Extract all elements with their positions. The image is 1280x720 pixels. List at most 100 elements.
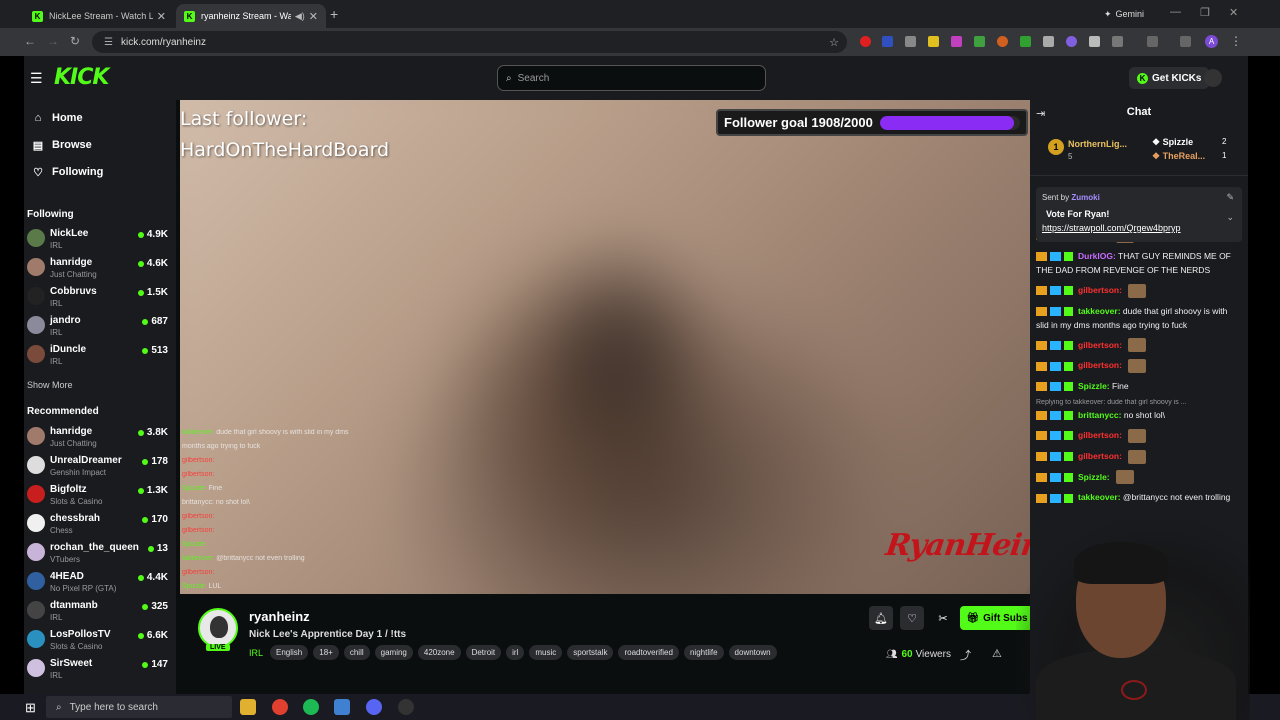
extension-icon[interactable] bbox=[860, 36, 871, 47]
speaker-icon[interactable]: ◀) bbox=[295, 11, 305, 22]
sidebar-channel[interactable]: jandro IRL 687 bbox=[24, 313, 176, 341]
reload-icon[interactable]: ↻ bbox=[70, 34, 80, 48]
stream-tag[interactable]: gaming bbox=[374, 645, 413, 660]
stream-tag[interactable]: irl bbox=[506, 645, 525, 660]
stream-tag[interactable]: Detroit bbox=[465, 645, 502, 660]
sidebar-channel[interactable]: rochan_the_queen VTubers 13 bbox=[24, 540, 176, 568]
browser-tab-active[interactable]: K ryanheinz Stream - Watch L ◀) ✕ bbox=[176, 4, 326, 28]
get-kicks-button[interactable]: K Get KICKs bbox=[1129, 67, 1210, 89]
stream-tag[interactable]: 18+ bbox=[313, 645, 339, 660]
windows-start-icon[interactable]: ⊞ bbox=[25, 700, 36, 716]
sent-by-user[interactable]: Zumoki bbox=[1071, 193, 1099, 202]
extensions-puzzle-icon[interactable] bbox=[1112, 36, 1123, 47]
sidebar-channel[interactable]: SirSweet IRL 147 bbox=[24, 656, 176, 684]
stream-tag[interactable]: 420zone bbox=[417, 645, 461, 660]
extension-icon[interactable] bbox=[997, 36, 1008, 47]
file-explorer-icon[interactable] bbox=[240, 699, 256, 715]
chat-username[interactable]: brittanycc: bbox=[1078, 410, 1121, 420]
show-more-link[interactable]: Show More bbox=[27, 380, 73, 390]
close-tab-icon[interactable]: ✕ bbox=[309, 10, 318, 23]
gemini-button[interactable]: ✦ Gemini bbox=[1096, 6, 1152, 22]
sidebar-channel[interactable]: UnrealDreamer Genshin Impact 178 bbox=[24, 453, 176, 481]
chat-username[interactable]: gilbertson: bbox=[1078, 285, 1122, 295]
stream-tag[interactable]: downtown bbox=[728, 645, 777, 660]
extension-icon[interactable] bbox=[1020, 36, 1031, 47]
stream-tag[interactable]: English bbox=[270, 645, 309, 660]
leaderboard-name[interactable]: ❖ Spizzle bbox=[1152, 137, 1193, 148]
chat-username[interactable]: takkeover: bbox=[1078, 306, 1121, 316]
extension-icon[interactable] bbox=[928, 36, 939, 47]
report-icon[interactable]: ⚠ bbox=[992, 647, 1002, 660]
streamer-avatar[interactable] bbox=[198, 608, 238, 648]
chrome-icon[interactable] bbox=[272, 699, 288, 715]
share-icon[interactable]: ⤴ bbox=[960, 647, 971, 663]
unpin-icon[interactable]: ✎ bbox=[1226, 192, 1234, 203]
pinned-link[interactable]: https://strawpoll.com/Qrgew4bpryp bbox=[1042, 223, 1181, 233]
extension-icon[interactable] bbox=[1043, 36, 1054, 47]
extension-icon[interactable] bbox=[905, 36, 916, 47]
hamburger-menu-icon[interactable]: ☰ bbox=[30, 70, 43, 87]
video-player[interactable]: Last follower: HardOnTheHardBoard Follow… bbox=[180, 100, 1030, 594]
leaderboard-name[interactable]: ❖ TheReal... bbox=[1152, 151, 1205, 162]
stream-tag[interactable]: roadtoverified bbox=[618, 645, 679, 660]
sidebar-nav-following[interactable]: ♡ Following bbox=[24, 161, 103, 183]
extension-icon[interactable] bbox=[882, 36, 893, 47]
extension-icon[interactable] bbox=[1089, 36, 1100, 47]
chat-username[interactable]: gilbertson: bbox=[1078, 430, 1122, 440]
spotify-icon[interactable] bbox=[303, 699, 319, 715]
sidebar-channel[interactable]: dtanmanb IRL 325 bbox=[24, 598, 176, 626]
sidebar-channel[interactable]: Cobbruvs IRL 1.5K bbox=[24, 284, 176, 312]
notification-bell-icon[interactable]: 🔔︎ bbox=[869, 606, 893, 630]
leaderboard-name[interactable]: NorthernLig... bbox=[1068, 139, 1127, 149]
browser-tab[interactable]: K NickLee Stream - Watch Live on ✕ bbox=[24, 4, 174, 28]
url-bar[interactable]: ☰ kick.com/ryanheinz ☆ bbox=[92, 31, 847, 53]
restore-icon[interactable]: ❐ bbox=[1200, 6, 1210, 19]
chat-username[interactable]: takkeover: bbox=[1078, 492, 1121, 502]
app-icon[interactable] bbox=[334, 699, 350, 715]
new-tab-button[interactable]: + bbox=[330, 6, 338, 22]
sidebar-nav-browse[interactable]: ▤ Browse bbox=[24, 134, 92, 156]
stream-tag[interactable]: nightlife bbox=[683, 645, 724, 660]
extension-icon[interactable] bbox=[974, 36, 985, 47]
sidebar-channel[interactable]: Bigfoltz Slots & Casino 1.3K bbox=[24, 482, 176, 510]
forward-icon[interactable]: → bbox=[47, 34, 59, 48]
search-input[interactable]: ⌕ Search bbox=[497, 65, 766, 91]
chat-username[interactable]: Spizzle: bbox=[1078, 472, 1110, 482]
profile-avatar[interactable]: A bbox=[1205, 35, 1218, 48]
chat-username[interactable]: Spizzle: bbox=[1078, 381, 1110, 391]
clip-icon[interactable]: ✂ bbox=[931, 606, 955, 630]
chat-username[interactable]: gilbertson: bbox=[1078, 340, 1122, 350]
kick-logo[interactable]: KICK bbox=[54, 65, 109, 90]
sidebar-channel[interactable]: LosPollosTV Slots & Casino 6.6K bbox=[24, 627, 176, 655]
chat-username[interactable]: gilbertson: bbox=[1078, 360, 1122, 370]
chevron-down-icon[interactable]: ⌄ bbox=[1226, 212, 1234, 223]
sidebar-toggle-icon[interactable] bbox=[1147, 36, 1158, 47]
stream-tag[interactable]: sportstalk bbox=[567, 645, 614, 660]
site-info-icon[interactable]: ☰ bbox=[104, 37, 113, 48]
downloads-icon[interactable] bbox=[1180, 36, 1191, 47]
extension-icon[interactable] bbox=[951, 36, 962, 47]
stream-category-link[interactable]: IRL bbox=[249, 648, 263, 658]
streamer-name[interactable]: ryanheinz bbox=[249, 609, 310, 624]
window-close-icon[interactable]: ✕ bbox=[1229, 6, 1238, 19]
stream-tag[interactable]: chill bbox=[343, 645, 370, 660]
sidebar-channel[interactable]: chessbrah Chess 170 bbox=[24, 511, 176, 539]
sidebar-nav-home[interactable]: ⌂ Home bbox=[24, 107, 83, 129]
bookmark-star-icon[interactable]: ☆ bbox=[829, 36, 839, 49]
taskbar-search[interactable]: ⌕ Type here to search bbox=[46, 696, 232, 718]
extension-icon[interactable] bbox=[1066, 36, 1077, 47]
sidebar-channel[interactable]: NickLee IRL 4.9K bbox=[24, 226, 176, 254]
sidebar-channel[interactable]: 4HEAD No Pixel RP (GTA) 4.4K bbox=[24, 569, 176, 597]
browser-menu-icon[interactable]: ⋮ bbox=[1230, 34, 1242, 48]
close-tab-icon[interactable]: ✕ bbox=[157, 10, 166, 23]
obs-icon[interactable] bbox=[398, 699, 414, 715]
stream-tag[interactable]: music bbox=[529, 645, 563, 660]
sidebar-channel[interactable]: hanridge Just Chatting 3.8K bbox=[24, 424, 176, 452]
sidebar-channel[interactable]: iDuncle IRL 513 bbox=[24, 342, 176, 370]
chat-username[interactable]: gilbertson: bbox=[1078, 451, 1122, 461]
back-icon[interactable]: ← bbox=[24, 34, 36, 48]
user-avatar[interactable] bbox=[1204, 69, 1222, 87]
chat-username[interactable]: DurkIOG: bbox=[1078, 251, 1116, 261]
minimize-icon[interactable]: — bbox=[1170, 6, 1181, 18]
follow-heart-icon[interactable]: ♡ bbox=[900, 606, 924, 630]
